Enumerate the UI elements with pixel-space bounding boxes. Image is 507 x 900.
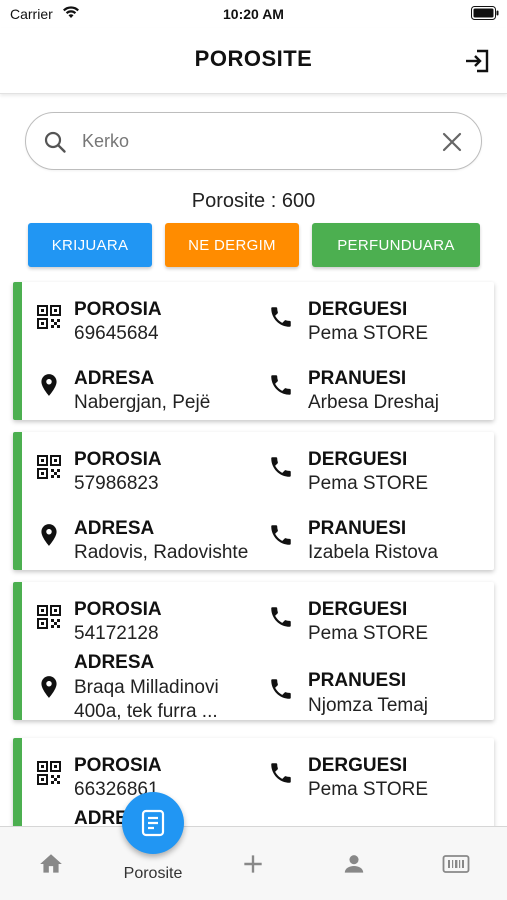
receiver-name: Izabela Ristova [308,542,438,563]
order-label: POROSIA [74,449,162,470]
address-value: Radovis, Radovishte [74,542,249,563]
page-title: POROSITE [194,46,313,71]
receiver-label: PRANUESI [308,670,407,691]
sender-name: Pema STORE [308,323,429,344]
phone-icon[interactable] [268,454,294,480]
order-card[interactable]: POROSIA 69645684 DERGUESI Pema STORE ADR… [13,282,494,420]
search-input[interactable] [82,127,422,155]
order-list[interactable]: POROSIA 69645684 DERGUESI Pema STORE ADR… [0,280,507,826]
qr-code-icon [37,305,61,329]
order-number: 69645684 [74,323,159,344]
sender-label: DERGUESI [308,599,408,620]
location-pin-icon [41,676,57,698]
clear-icon[interactable] [441,131,463,153]
status-bar: Carrier 10:20 AM [0,0,507,28]
filter-ne-dergim-button[interactable]: NE DERGIM [165,223,299,267]
phone-icon[interactable] [268,304,294,330]
search-icon [44,131,66,153]
home-icon[interactable] [38,851,64,877]
receiver-label: PRANUESI [308,518,407,539]
order-label: POROSIA [74,599,162,620]
filter-perfunduara-button[interactable]: PERFUNDUARA [312,223,480,267]
orders-tab-label[interactable]: Porosite [103,865,203,883]
phone-icon[interactable] [268,522,294,548]
sender-label: DERGUESI [308,755,408,776]
phone-icon[interactable] [268,604,294,630]
qr-code-icon [37,455,61,479]
bottom-navigation [0,826,507,900]
status-time: 10:20 AM [223,6,284,22]
order-card[interactable]: POROSIA 54172128 DERGUESI Pema STORE ADR… [13,582,494,722]
order-number: 54172128 [74,623,159,644]
logout-icon[interactable] [463,47,491,75]
barcode-icon[interactable] [442,851,470,877]
orders-count: Porosite : 600 [191,190,316,212]
address-label: ADRESA [74,652,155,673]
orders-tab-button[interactable] [122,792,184,854]
orders-icon [141,809,165,837]
sender-label: DERGUESI [308,449,408,470]
order-number: 57986823 [74,473,159,494]
address-value-line2: 400a, tek furra ... [74,701,218,722]
sender-name: Pema STORE [308,623,429,644]
location-pin-icon [41,374,57,396]
sender-name: Pema STORE [308,473,429,494]
address-value: Braqa Milladinovi [74,677,219,698]
address-label: ADRESA [74,368,155,389]
order-label: POROSIA [74,755,162,776]
profile-icon[interactable] [341,851,367,877]
sender-name: Pema STORE [308,779,429,800]
search-box[interactable] [25,112,482,170]
receiver-name: Arbesa Dreshaj [308,392,439,413]
sender-label: DERGUESI [308,299,408,320]
address-value: Nabergjan, Pejë [74,392,211,413]
receiver-label: PRANUESI [308,368,407,389]
qr-code-icon [37,761,61,785]
add-icon[interactable] [240,851,266,877]
battery-icon [471,6,499,20]
order-card[interactable]: POROSIA 57986823 DERGUESI Pema STORE ADR… [13,432,494,570]
receiver-name: Njomza Temaj [308,695,429,716]
qr-code-icon [37,605,61,629]
phone-icon[interactable] [268,760,294,786]
filter-krijuara-button[interactable]: KRIJUARA [28,223,152,267]
location-pin-icon [41,524,57,546]
address-label: ADRESA [74,518,155,539]
phone-icon[interactable] [268,372,294,398]
app-header: POROSITE [0,28,507,94]
phone-icon[interactable] [268,676,294,702]
order-label: POROSIA [74,299,162,320]
order-card[interactable]: POROSIA 66326861 DERGUESI Pema STORE ADR… [13,738,494,826]
